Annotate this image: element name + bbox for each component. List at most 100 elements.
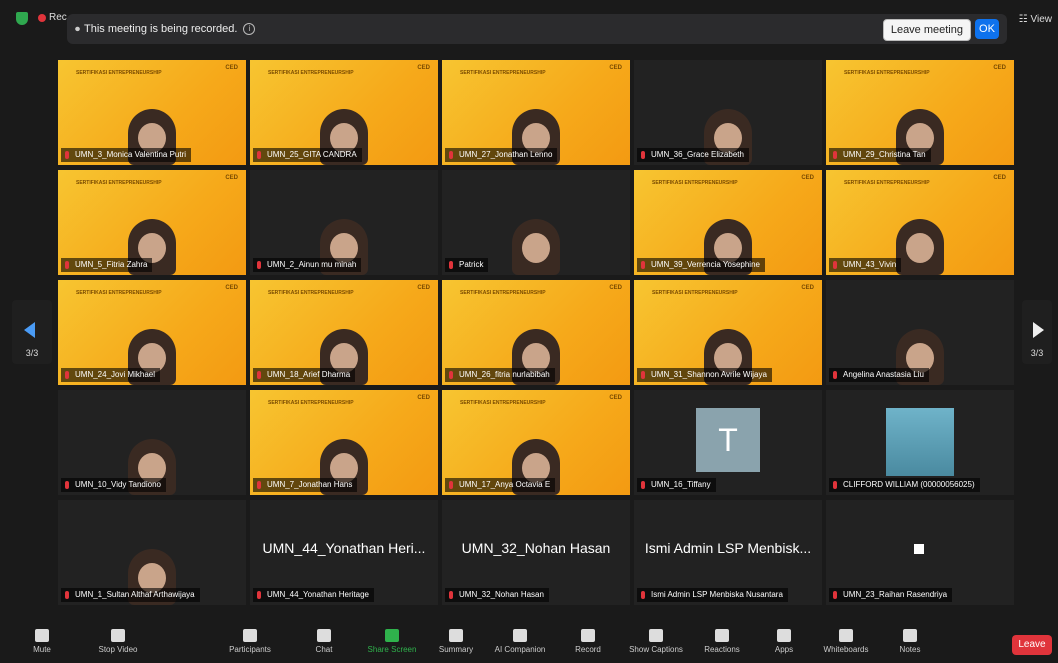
participant-tile[interactable]: SERTIFIKASI ENTREPRENEURSHIP CED UMN_7_Jon…: [250, 390, 438, 495]
mic-muted-icon: [257, 151, 261, 159]
record-dot-icon: [38, 13, 46, 22]
slide-logo: CED: [609, 285, 622, 291]
slide-logo: CED: [609, 65, 622, 71]
slide-title: SERTIFIKASI ENTREPRENEURSHIP: [76, 290, 162, 296]
mic-muted-icon: [65, 261, 69, 269]
participant-tile[interactable]: UMN_44_Yonathan Heri... UMN_44_Yonathan H…: [250, 500, 438, 605]
reactions-button[interactable]: Reactions: [692, 629, 752, 654]
participant-tile[interactable]: SERTIFIKASI ENTREPRENEURSHIP CED UMN_25_GI…: [250, 60, 438, 165]
notes-button[interactable]: Notes: [880, 629, 940, 654]
participant-tile[interactable]: Patrick: [442, 170, 630, 275]
participant-name-label: UMN_10_Vidy Tandiono: [61, 478, 166, 492]
mic-muted-icon: [257, 261, 261, 269]
participant-name-label: UMN_16_Tiffany: [637, 478, 716, 492]
slide-title: SERTIFIKASI ENTREPRENEURSHIP: [268, 400, 354, 406]
whiteboards-button[interactable]: Whiteboards: [816, 629, 876, 654]
toolbar-label: Chat: [315, 645, 333, 654]
participant-tile[interactable]: SERTIFIKASI ENTREPRENEURSHIP CED UMN_27_Jo…: [442, 60, 630, 165]
slide-logo: CED: [417, 285, 430, 291]
sparkle-icon: [513, 629, 527, 642]
stop-video-button[interactable]: Stop Video: [88, 629, 148, 654]
participant-name-label: UMN_36_Grace Elizabeth: [637, 148, 749, 162]
mic-muted-icon: [833, 371, 837, 379]
chevron-left-icon: [24, 322, 35, 338]
mic-muted-icon: [65, 591, 69, 599]
slide-title: SERTIFIKASI ENTREPRENEURSHIP: [652, 290, 738, 296]
participant-tile[interactable]: CLIFFORD WILLIAM (00000056025): [826, 390, 1014, 495]
participant-name-label: UMN_26_fitria nurlabibah: [445, 368, 555, 382]
participant-name: UMN_23_Raihan Rasendriya: [843, 590, 948, 599]
participant-name-label: UMN_43_Vivin: [829, 258, 902, 272]
participant-tile[interactable]: UMN_36_Grace Elizabeth: [634, 60, 822, 165]
participant-tile[interactable]: SERTIFIKASI ENTREPRENEURSHIP CED UMN_31_Sh…: [634, 280, 822, 385]
participant-name-label: UMN_18_Arief Dharma: [253, 368, 356, 382]
mic-muted-icon: [257, 371, 261, 379]
mic-muted-icon: [449, 481, 453, 489]
slide-title: SERTIFIKASI ENTREPRENEURSHIP: [844, 70, 930, 76]
participant-tile[interactable]: SERTIFIKASI ENTREPRENEURSHIP CED UMN_26_fi…: [442, 280, 630, 385]
participant-tile[interactable]: UMN_10_Vidy Tandiono: [58, 390, 246, 495]
participant-tile[interactable]: UMN_23_Raihan Rasendriya: [826, 500, 1014, 605]
participant-name: UMN_32_Nohan Hasan: [459, 590, 544, 599]
slide-title: SERTIFIKASI ENTREPRENEURSHIP: [460, 290, 546, 296]
participants-icon: [243, 629, 257, 642]
participant-name-label: UMN_3_Monica Valentina Putri: [61, 148, 192, 162]
chat-button[interactable]: Chat: [294, 629, 354, 654]
participant-tile[interactable]: SERTIFIKASI ENTREPRENEURSHIP CED UMN_39_Ve…: [634, 170, 822, 275]
mic-icon: [35, 629, 49, 642]
participant-name: UMN_7_Jonathan Hans: [267, 480, 353, 489]
slide-title: SERTIFIKASI ENTREPRENEURSHIP: [76, 180, 162, 186]
toolbar-label: Mute: [33, 645, 51, 654]
participant-tile[interactable]: SERTIFIKASI ENTREPRENEURSHIP CED UMN_3_Mon…: [58, 60, 246, 165]
next-page-button[interactable]: 3/3: [1022, 300, 1052, 364]
participant-name-label: UMN_32_Nohan Hasan: [445, 588, 549, 602]
apps-button[interactable]: Apps: [754, 629, 814, 654]
participant-tile[interactable]: SERTIFIKASI ENTREPRENEURSHIP CED UMN_5_Fit…: [58, 170, 246, 275]
mute-button[interactable]: Mute: [12, 629, 72, 654]
participant-tile[interactable]: Angelina Anastasia Liu: [826, 280, 1014, 385]
show-captions-button[interactable]: Show Captions: [626, 629, 686, 654]
participant-tile[interactable]: UMN_32_Nohan Hasan UMN_32_Nohan Hasan: [442, 500, 630, 605]
participants-button[interactable]: Participants: [220, 629, 280, 654]
participant-name: UMN_2_Ainun mu minah: [267, 260, 357, 269]
toolbar-label: Apps: [774, 645, 794, 654]
view-button[interactable]: ☷ View: [1019, 14, 1052, 25]
leave-button[interactable]: Leave: [1012, 635, 1052, 655]
participant-name-label: UMN_1_Sultan Althaf Arthawijaya: [61, 588, 200, 602]
participant-tile[interactable]: SERTIFIKASI ENTREPRENEURSHIP CED UMN_18_Ar…: [250, 280, 438, 385]
slide-logo: CED: [609, 395, 622, 401]
toolbar-label: Share Screen: [367, 645, 417, 654]
toolbar-label: Stop Video: [98, 645, 138, 654]
participant-tile[interactable]: SERTIFIKASI ENTREPRENEURSHIP CED UMN_17_An…: [442, 390, 630, 495]
participant-name-label: UMN_7_Jonathan Hans: [253, 478, 358, 492]
participant-tile[interactable]: SERTIFIKASI ENTREPRENEURSHIP CED UMN_43_Vi…: [826, 170, 1014, 275]
mic-muted-icon: [449, 151, 453, 159]
mic-muted-icon: [449, 261, 453, 269]
ai-companion-button[interactable]: AI Companion: [490, 629, 550, 654]
participant-tile[interactable]: SERTIFIKASI ENTREPRENEURSHIP CED UMN_24_Jo…: [58, 280, 246, 385]
participant-name-label: UMN_39_Verrencia Yosephine: [637, 258, 765, 272]
participant-tile[interactable]: T UMN_16_Tiffany: [634, 390, 822, 495]
toolbar-label: Record: [575, 645, 601, 654]
toolbar-label: Summary: [438, 645, 474, 654]
summary-icon: [449, 629, 463, 642]
info-icon[interactable]: i: [243, 23, 256, 35]
participant-name: Patrick: [459, 260, 484, 269]
share-screen-button[interactable]: Share Screen: [362, 629, 422, 654]
participant-tile[interactable]: SERTIFIKASI ENTREPRENEURSHIP CED UMN_29_Ch…: [826, 60, 1014, 165]
ok-button[interactable]: OK: [975, 19, 999, 39]
top-bar: Rec ⏺ This meeting is being recorded. i …: [0, 0, 1058, 50]
leave-meeting-button[interactable]: Leave meeting: [882, 19, 971, 41]
summary-button[interactable]: Summary: [426, 629, 486, 654]
shield-icon[interactable]: [16, 12, 28, 25]
participant-tile[interactable]: Ismi Admin LSP Menbisk... Ismi Admin LSP …: [634, 500, 822, 605]
record-button[interactable]: Record: [558, 629, 618, 654]
prev-page-button[interactable]: 3/3: [12, 300, 52, 364]
participant-name-label: UMN_29_Christina Tan: [829, 148, 931, 162]
participant-tile[interactable]: UMN_2_Ainun mu minah: [250, 170, 438, 275]
mic-muted-icon: [65, 481, 69, 489]
participant-name-label: UMN_24_Jovi Mikhael: [61, 368, 161, 382]
participant-tile[interactable]: UMN_1_Sultan Althaf Arthawijaya: [58, 500, 246, 605]
slide-logo: CED: [993, 65, 1006, 71]
recording-label: Rec: [49, 12, 67, 23]
